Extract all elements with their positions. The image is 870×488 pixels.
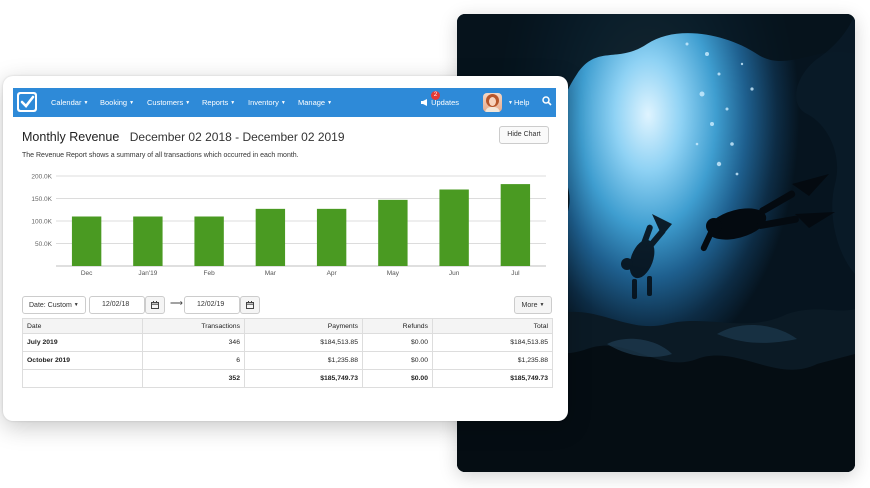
table-totals-row: 352 $185,749.73 $0.00 $185,749.73 (22, 369, 553, 388)
caret-down-icon: ▼ (539, 302, 545, 308)
x-tick-label: Dec (81, 270, 93, 277)
revenue-bar-chart: 50.0K 100.0K 150.0K 200.0K Dec Jan'19 Feb Mar Ap… (31, 174, 546, 277)
x-tick-label: Apr (327, 270, 338, 277)
y-tick-label: 100.0K (31, 219, 52, 226)
col-transactions[interactable]: Transactions (142, 318, 245, 334)
app-logo[interactable] (17, 92, 37, 112)
nav-updates[interactable]: Updates (421, 98, 459, 107)
user-menu-caret-icon[interactable]: ▼ (506, 98, 513, 107)
start-date-calendar-icon[interactable] (145, 296, 165, 314)
date-range-heading: December 02 2018 - December 02 2019 (129, 130, 345, 144)
nav-booking-label: Booking (100, 98, 128, 107)
cell-total-total: $185,749.73 (432, 369, 553, 388)
x-tick-label: Mar (265, 270, 277, 277)
col-date[interactable]: Date (22, 318, 143, 334)
cell-total: $184,513.85 (432, 333, 553, 352)
y-tick-label: 150.0K (31, 196, 52, 203)
x-tick-label: Jul (511, 270, 520, 277)
search-icon[interactable] (542, 96, 552, 108)
bar-apr[interactable] (316, 208, 347, 266)
revenue-table: Date Transactions Payments Refunds Total… (22, 318, 553, 388)
cell-total-payments: $185,749.73 (244, 369, 363, 388)
nav-manage-label: Manage (298, 98, 326, 107)
col-refunds[interactable]: Refunds (362, 318, 433, 334)
x-tick-label: Jan'19 (138, 270, 157, 277)
page-title: Monthly Revenue (22, 130, 120, 144)
cell-refunds: $0.00 (362, 333, 433, 352)
col-total[interactable]: Total (432, 318, 553, 334)
bar-may[interactable] (378, 199, 408, 266)
filter-bar: Date: Custom ▼ 12/02/18 ⟶ 12/02/19 More ▼ (22, 296, 552, 316)
hide-chart-button[interactable]: Hide Chart (499, 126, 549, 144)
diver-silhouette-large (700, 174, 835, 252)
user-avatar[interactable] (483, 93, 502, 112)
caret-down-icon: ▼ (83, 100, 89, 106)
cell-total-label (22, 369, 143, 388)
nav-inventory[interactable]: Inventory ▼ (248, 98, 286, 107)
y-tick-label: 200.0K (31, 174, 52, 181)
table-row[interactable]: October 2019 6 $1,235.88 $0.00 $1,235.88 (22, 351, 553, 370)
date-type-value: Date: Custom (29, 302, 72, 309)
end-date-input[interactable]: 12/02/19 (184, 296, 240, 314)
nav-reports[interactable]: Reports ▼ (202, 98, 235, 107)
cell-date: July 2019 (22, 333, 143, 352)
updates-count-badge: 2 (431, 91, 440, 100)
table-row[interactable]: July 2019 346 $184,513.85 $0.00 $184,513… (22, 333, 553, 352)
bar-dec[interactable] (71, 216, 102, 267)
cell-transactions: 6 (142, 351, 245, 370)
nav-inventory-label: Inventory (248, 98, 279, 107)
title-row: Monthly Revenue December 02 2018 - Decem… (22, 128, 345, 146)
start-date-input[interactable]: 12/02/18 (89, 296, 145, 314)
x-tick-label: Feb (204, 270, 216, 277)
bar-jan19[interactable] (133, 216, 163, 267)
y-tick-label: 50.0K (35, 241, 53, 248)
x-tick-label: May (387, 270, 400, 277)
nav-reports-label: Reports (202, 98, 229, 107)
cell-transactions: 346 (142, 333, 245, 352)
top-navbar: Calendar ▼ Booking ▼ Customers ▼ Reports ▼ I… (13, 88, 556, 117)
caret-down-icon: ▼ (73, 302, 79, 308)
nav-customers-label: Customers (147, 98, 184, 107)
diver-silhouette-small (621, 214, 672, 299)
revenue-report-window: Calendar ▼ Booking ▼ Customers ▼ Reports ▼ I… (3, 76, 568, 421)
bar-jul[interactable] (500, 184, 531, 266)
page: Calendar ▼ Booking ▼ Customers ▼ Reports ▼ I… (0, 0, 870, 488)
table-header-row: Date Transactions Payments Refunds Total (22, 318, 553, 334)
more-label: More (521, 302, 538, 309)
end-date-calendar-icon[interactable] (240, 296, 260, 314)
date-type-select[interactable]: Date: Custom ▼ (22, 296, 86, 314)
bar-feb[interactable] (194, 216, 224, 267)
caret-down-icon: ▼ (129, 100, 135, 106)
caret-down-icon: ▼ (185, 100, 191, 106)
caret-down-icon: ▼ (327, 100, 333, 106)
cell-total-transactions: 352 (142, 369, 245, 388)
cell-payments: $1,235.88 (244, 351, 363, 370)
nav-calendar[interactable]: Calendar ▼ (51, 98, 88, 107)
checkmark-logo-icon (19, 94, 35, 110)
caret-down-icon: ▼ (230, 100, 236, 106)
caret-down-icon: ▼ (280, 100, 286, 106)
cell-date: October 2019 (22, 351, 143, 370)
bar-jun[interactable] (439, 189, 469, 267)
cell-total: $1,235.88 (432, 351, 553, 370)
nav-calendar-label: Calendar (51, 98, 82, 107)
arrow-right-icon: ⟶ (170, 298, 183, 308)
megaphone-icon (421, 98, 431, 107)
x-tick-label: Jun (449, 270, 460, 277)
nav-help[interactable]: Help (514, 98, 529, 107)
col-payments[interactable]: Payments (244, 318, 363, 334)
cell-total-refunds: $0.00 (362, 369, 433, 388)
bar-mar[interactable] (255, 208, 286, 266)
report-description: The Revenue Report shows a summary of al… (22, 152, 299, 159)
cell-refunds: $0.00 (362, 351, 433, 370)
nav-customers[interactable]: Customers ▼ (147, 98, 190, 107)
cell-payments: $184,513.85 (244, 333, 363, 352)
nav-booking[interactable]: Booking ▼ (100, 98, 134, 107)
nav-manage[interactable]: Manage ▼ (298, 98, 332, 107)
more-dropdown-button[interactable]: More ▼ (514, 296, 552, 314)
